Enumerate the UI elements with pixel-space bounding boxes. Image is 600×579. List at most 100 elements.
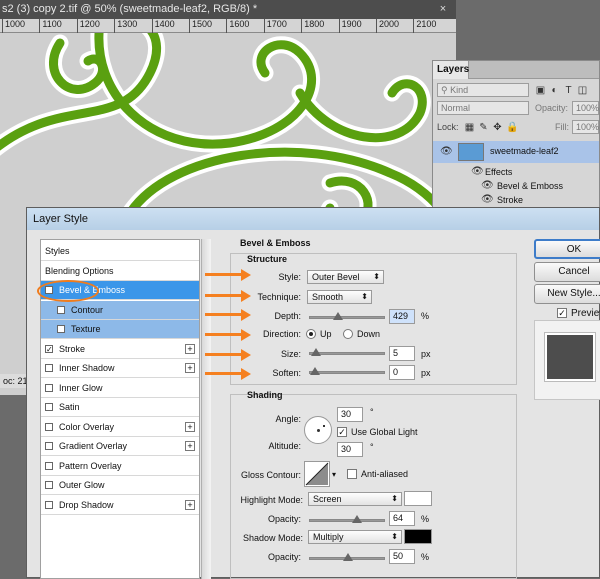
structure-title: Structure xyxy=(247,254,288,264)
kind-filter[interactable]: ⚲ Kind xyxy=(437,83,529,97)
anti-aliased-label: Anti-aliased xyxy=(361,469,409,479)
size-field[interactable]: 5 xyxy=(389,346,415,361)
plus-icon[interactable]: + xyxy=(185,441,195,451)
contour-dropdown-icon[interactable]: ▾ xyxy=(332,470,336,479)
style-item-inner-glow[interactable]: Inner Glow xyxy=(41,379,199,398)
plus-icon[interactable]: + xyxy=(185,363,195,373)
style-item-color-overlay[interactable]: Color Overlay + xyxy=(41,418,199,437)
global-light-checkbox[interactable]: ✓ xyxy=(337,427,347,437)
technique-select[interactable]: Smooth ⬍ xyxy=(307,290,372,304)
angle-field[interactable]: 30 xyxy=(337,407,363,422)
style-checkbox[interactable] xyxy=(45,422,53,431)
effects-eye-icon[interactable]: 👁 xyxy=(471,166,484,177)
angle-dial-center xyxy=(317,429,320,432)
effect-item-bevel[interactable]: Bevel & Emboss xyxy=(497,181,563,191)
stroke-eye-icon[interactable]: 👁 xyxy=(481,194,494,205)
depth-slider-knob[interactable] xyxy=(333,312,344,320)
layers-tab[interactable]: Layers xyxy=(433,61,469,79)
direction-up-radio[interactable] xyxy=(306,329,316,339)
style-item-pattern-overlay[interactable]: Pattern Overlay xyxy=(41,457,199,476)
lock-brush-icon[interactable]: ✎ xyxy=(478,122,489,133)
opacity-field[interactable]: 100% xyxy=(572,101,599,115)
style-checkbox[interactable] xyxy=(45,364,53,372)
filter-adjustment-icon[interactable]: ◐ xyxy=(549,85,560,96)
contour-curve-icon xyxy=(305,462,329,486)
ruler-label: 1100 xyxy=(39,19,62,33)
highlight-opacity-field[interactable]: 64 xyxy=(389,511,415,526)
eye-icon[interactable]: 👁 xyxy=(440,146,453,157)
style-item-gradient-overlay[interactable]: Gradient Overlay + xyxy=(41,437,199,456)
blend-mode-select[interactable]: Normal xyxy=(437,101,529,115)
style-item-label: Inner Shadow xyxy=(59,363,115,373)
soften-slider-knob[interactable] xyxy=(310,367,320,375)
ok-button[interactable]: OK xyxy=(534,239,600,259)
bevel-eye-icon[interactable]: 👁 xyxy=(481,180,494,191)
gloss-contour-picker[interactable] xyxy=(304,461,330,487)
style-item-inner-shadow[interactable]: Inner Shadow + xyxy=(41,359,199,378)
shadow-opacity-slider[interactable] xyxy=(309,553,385,561)
direction-down-radio[interactable] xyxy=(343,329,353,339)
style-item-outer-glow[interactable]: Outer Glow xyxy=(41,476,199,495)
new-style-button[interactable]: New Style... xyxy=(534,284,600,304)
style-checkbox[interactable] xyxy=(45,500,53,509)
highlight-mode-select[interactable]: Screen ⬍ xyxy=(308,492,402,506)
angle-dial[interactable] xyxy=(304,416,332,444)
shadow-opacity-knob[interactable] xyxy=(343,553,353,561)
shading-title: Shading xyxy=(247,390,283,400)
preview-checkbox[interactable]: ✓ xyxy=(557,308,567,318)
plus-icon[interactable]: + xyxy=(185,343,195,354)
highlight-color-swatch[interactable] xyxy=(404,491,432,506)
lock-label: Lock: xyxy=(437,122,459,132)
fill-field[interactable]: 100% xyxy=(572,120,599,134)
style-checkbox[interactable] xyxy=(45,403,53,411)
document-tab[interactable]: s2 (3) copy 2.tif @ 50% (sweetmade-leaf2… xyxy=(0,0,456,19)
depth-field[interactable]: 429 xyxy=(389,309,415,324)
effect-item-stroke[interactable]: Stroke xyxy=(497,195,523,205)
filter-type-icon[interactable]: T xyxy=(563,85,574,96)
style-item-styles[interactable]: Styles xyxy=(41,242,199,261)
style-checkbox[interactable] xyxy=(57,325,65,333)
depth-slider[interactable] xyxy=(309,312,385,320)
shadow-opacity-field[interactable]: 50 xyxy=(389,549,415,564)
shadow-color-swatch[interactable] xyxy=(404,529,432,544)
size-slider-knob[interactable] xyxy=(311,348,322,356)
filter-image-icon[interactable]: ▣ xyxy=(535,85,546,96)
plus-icon[interactable]: + xyxy=(185,421,195,432)
style-checkbox[interactable] xyxy=(45,461,53,470)
soften-field[interactable]: 0 xyxy=(389,365,415,380)
ruler-label: 2100 xyxy=(413,19,436,33)
dialog-title: Layer Style xyxy=(27,208,599,230)
style-checkbox[interactable] xyxy=(45,481,53,489)
lock-position-icon[interactable]: ✥ xyxy=(492,122,503,133)
lock-all-icon[interactable]: 🔒 xyxy=(506,122,518,133)
cancel-button[interactable]: Cancel xyxy=(534,262,600,282)
filter-shape-icon[interactable]: ◫ xyxy=(577,85,588,96)
lock-transparent-icon[interactable]: ▦ xyxy=(464,122,475,133)
soften-slider[interactable] xyxy=(309,367,385,375)
style-item-contour[interactable]: Contour xyxy=(41,300,199,320)
style-checkbox[interactable] xyxy=(57,305,65,314)
ruler-label: 1600 xyxy=(226,19,249,33)
style-checkbox[interactable] xyxy=(45,442,53,450)
anti-aliased-checkbox[interactable] xyxy=(347,469,357,479)
style-item-satin[interactable]: Satin xyxy=(41,398,199,417)
highlight-opacity-knob[interactable] xyxy=(352,515,363,523)
fill-label: Fill: xyxy=(555,122,569,132)
style-select[interactable]: Outer Bevel ⬍ xyxy=(307,270,384,284)
style-item-drop-shadow[interactable]: Drop Shadow + xyxy=(41,496,199,515)
shadow-mode-select[interactable]: Multiply ⬍ xyxy=(308,530,402,544)
style-item-stroke[interactable]: ✓ Stroke + xyxy=(41,340,199,359)
size-slider[interactable] xyxy=(309,348,385,356)
styles-list-scrollbar[interactable] xyxy=(201,239,211,579)
shadow-opacity-label: Opacity: xyxy=(267,552,301,562)
plus-icon[interactable]: + xyxy=(185,499,195,510)
updown-icon: ⬍ xyxy=(391,532,398,541)
style-item-texture[interactable]: Texture xyxy=(41,320,199,339)
highlight-opacity-slider[interactable] xyxy=(309,515,385,523)
close-icon[interactable]: × xyxy=(435,1,451,17)
layer-row[interactable]: 👁 sweetmade-leaf2 xyxy=(433,141,599,163)
altitude-field[interactable]: 30 xyxy=(337,442,363,457)
style-checkbox[interactable] xyxy=(45,383,53,392)
style-checkbox[interactable]: ✓ xyxy=(45,344,53,353)
style-item-blending-options[interactable]: Blending Options xyxy=(41,262,199,281)
